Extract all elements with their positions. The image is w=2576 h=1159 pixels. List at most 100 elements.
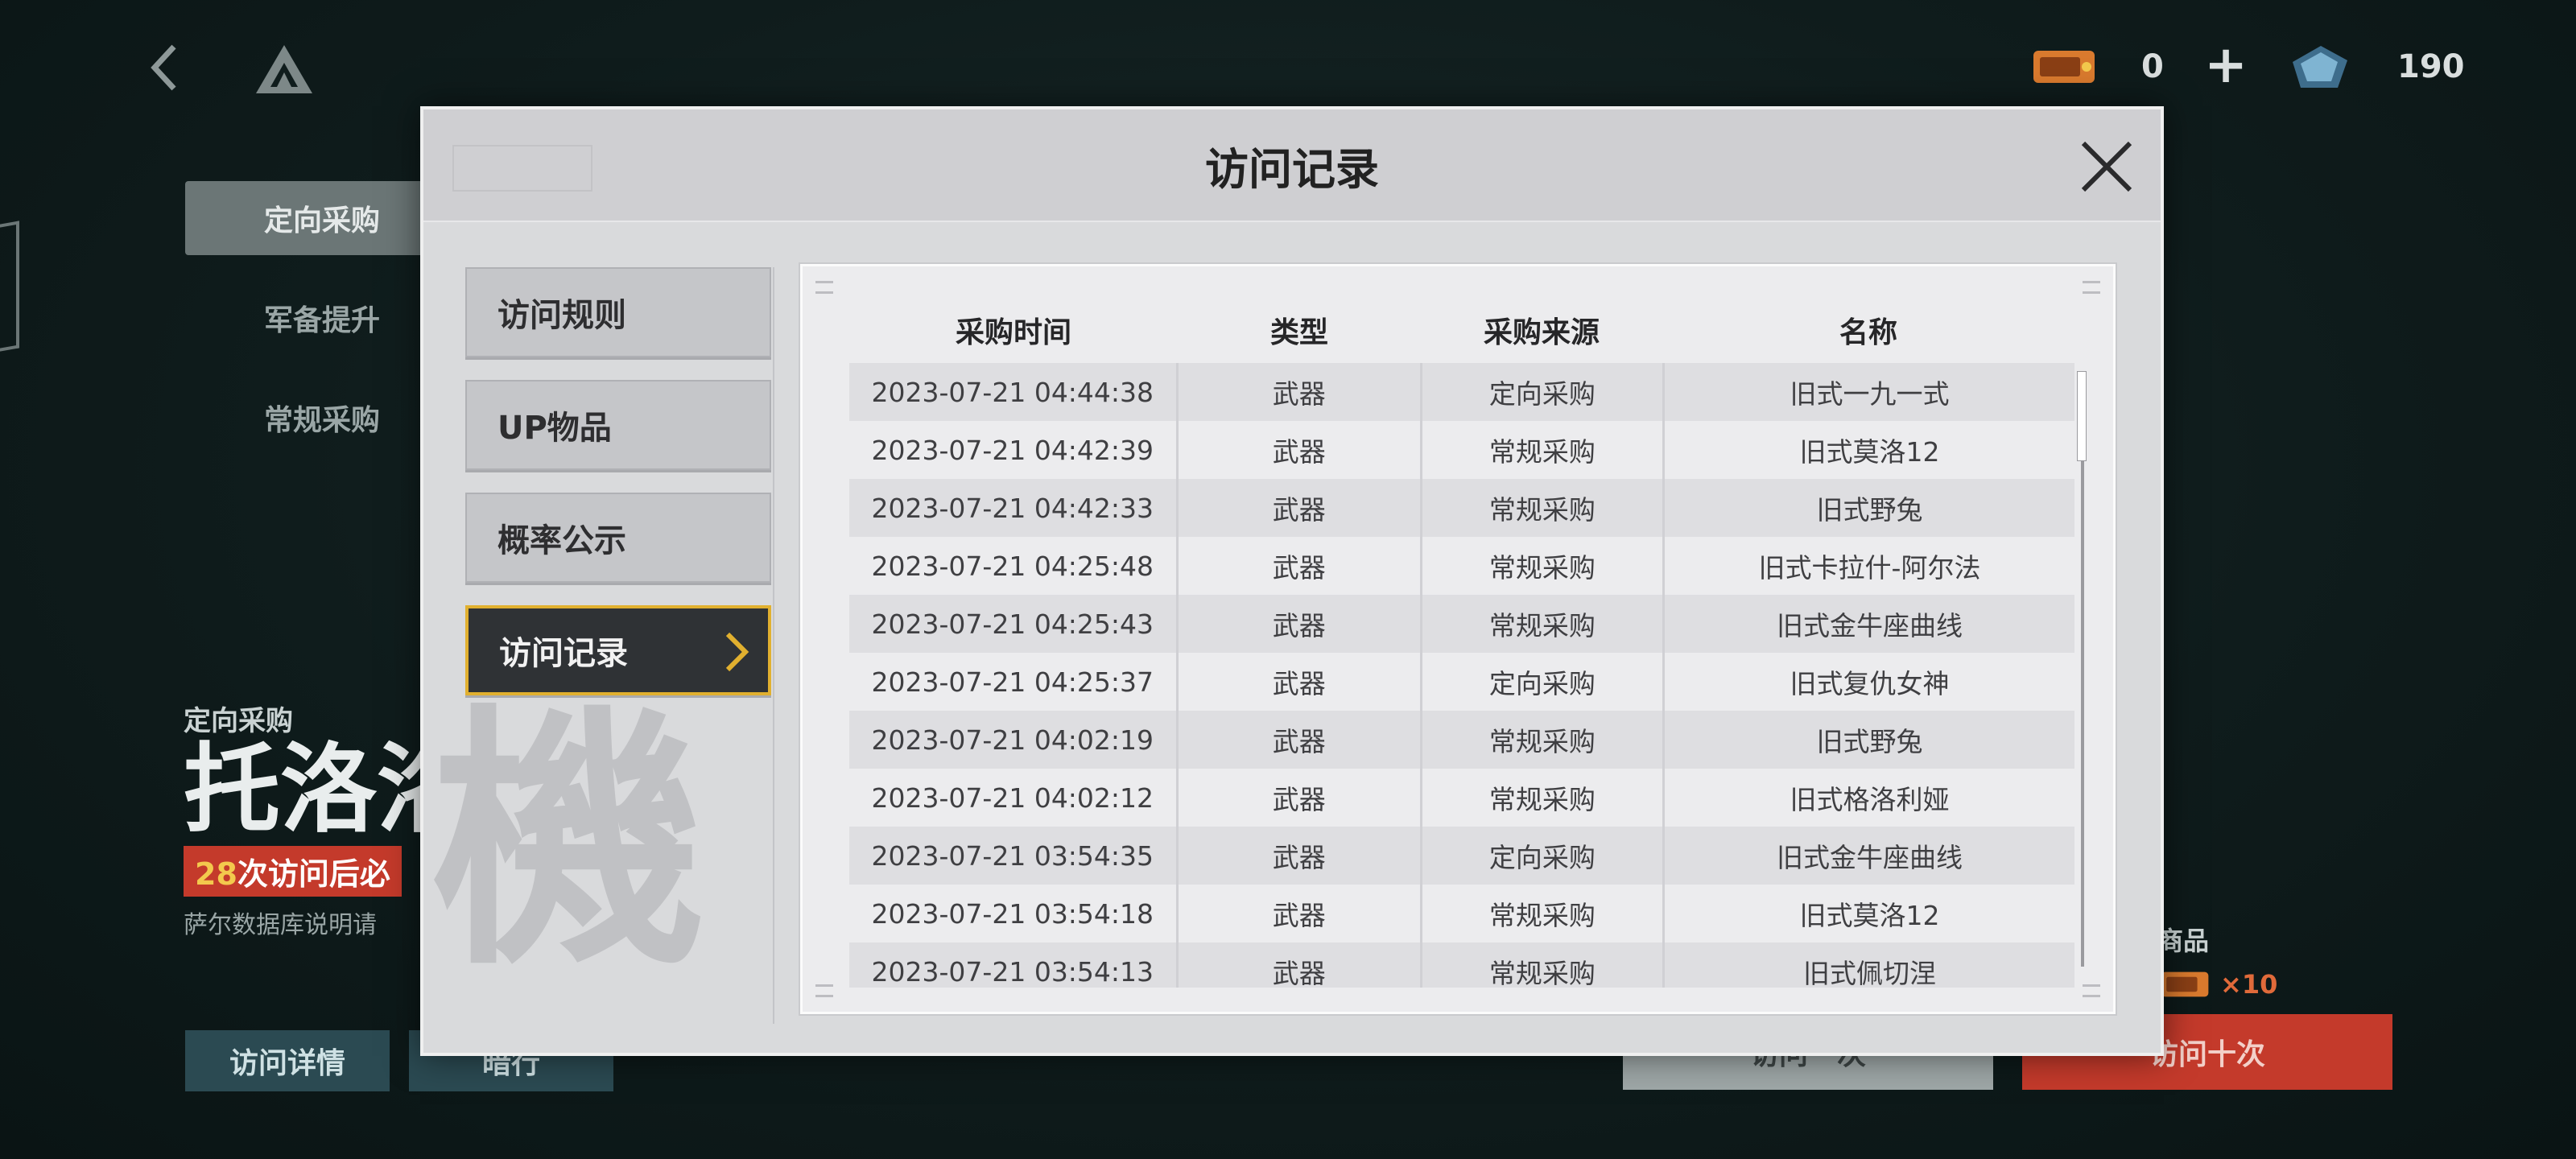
cell-purchase-time: 2023-07-21 04:42:33 <box>849 479 1179 537</box>
close-button[interactable] <box>2077 137 2136 196</box>
cell-purchase-time: 2023-07-21 04:42:39 <box>849 421 1179 479</box>
cell-source: 常规采购 <box>1422 885 1666 942</box>
menu-item-probability[interactable]: 概率公示 <box>465 493 771 583</box>
corner-mark <box>2083 984 2100 997</box>
cell-source: 常规采购 <box>1422 711 1666 769</box>
record-table-panel: 采购时间 类型 采购来源 名称 2023-07-21 04:44:38 武器 定向采… <box>800 264 2116 1014</box>
menu-item-rules[interactable]: 访问规则 <box>465 267 771 357</box>
chevron-left-icon <box>151 44 176 91</box>
cell-item-name: 旧式野兔 <box>1816 494 1923 526</box>
crystal-currency: 190 <box>2285 39 2465 95</box>
table-row: 2023-07-21 04:44:38 武器 定向采购 旧式一九一式 <box>849 363 2074 421</box>
modal-title: 访问记录 <box>1205 143 1379 195</box>
header-source: 采购来源 <box>1483 316 1600 349</box>
cell-source: 常规采购 <box>1422 595 1666 653</box>
ticket-icon <box>2033 51 2095 83</box>
cell-item-name: 旧式一九一式 <box>1790 378 1950 410</box>
cell-type: 武器 <box>1179 885 1422 942</box>
visit-record-modal: 機 访问记录 访问规则 UP物品 概率公示 访问记录 采购时间 类型 采购来源 … <box>420 106 2164 1056</box>
table-row: 2023-07-21 04:02:19 武器 常规采购 旧式野兔 <box>849 711 2074 769</box>
cell-source: 常规采购 <box>1422 421 1666 479</box>
cell-item-name: 旧式莫洛12 <box>1799 900 1940 931</box>
cell-purchase-time: 2023-07-21 04:25:48 <box>849 537 1179 595</box>
visit-details-button[interactable]: 访问详情 <box>185 1030 390 1091</box>
chevron-right-icon <box>725 632 749 672</box>
cell-source: 常规采购 <box>1422 942 1666 988</box>
cell-source: 常规采购 <box>1422 537 1666 595</box>
header-name: 名称 <box>1839 316 1897 349</box>
ticket-multiplier: ×10 <box>2220 969 2278 1000</box>
pity-text: 次访问后必 <box>237 856 390 892</box>
cell-purchase-time: 2023-07-21 04:25:43 <box>849 595 1179 653</box>
crystal-count: 190 <box>2397 48 2465 85</box>
pity-badge: 28次访问后必 <box>184 846 402 897</box>
cell-type: 武器 <box>1179 653 1422 711</box>
cell-item-name: 旧式野兔 <box>1816 726 1923 757</box>
cell-source: 定向采购 <box>1422 363 1666 421</box>
table-row: 2023-07-21 03:54:35 武器 定向采购 旧式金牛座曲线 <box>849 827 2074 885</box>
cell-purchase-time: 2023-07-21 03:54:18 <box>849 885 1179 942</box>
table-row: 2023-07-21 04:25:48 武器 常规采购 旧式卡拉什-阿尔法 <box>849 537 2074 595</box>
tab-regular-purchase[interactable]: 常规采购 <box>185 381 459 455</box>
cell-type: 武器 <box>1179 537 1422 595</box>
corner-mark <box>815 984 833 997</box>
close-icon <box>2081 141 2132 192</box>
ticket-currency: 0 <box>2029 39 2164 95</box>
pity-count: 28 <box>195 856 237 892</box>
table-row: 2023-07-21 04:42:33 武器 常规采购 旧式野兔 <box>849 479 2074 537</box>
modal-menu: 访问规则 UP物品 概率公示 访问记录 <box>465 267 774 718</box>
table-row: 2023-07-21 04:02:12 武器 常规采购 旧式格洛利娅 <box>849 769 2074 827</box>
cell-item-name: 旧式复仇女神 <box>1790 668 1950 699</box>
ticket-icon <box>2161 971 2209 997</box>
up-item-label: 商品 <box>2157 926 2210 956</box>
cell-item-name: 旧式金牛座曲线 <box>1777 610 1963 641</box>
back-button[interactable] <box>142 42 193 93</box>
menu-item-up-items[interactable]: UP物品 <box>465 380 771 470</box>
cell-item-name: 旧式格洛利娅 <box>1790 784 1950 815</box>
menu-item-label: 概率公示 <box>497 522 626 559</box>
menu-item-visit-record[interactable]: 访问记录 <box>465 605 771 695</box>
tab-armament-upgrade[interactable]: 军备提升 <box>185 281 459 355</box>
cell-purchase-time: 2023-07-21 04:25:37 <box>849 653 1179 711</box>
cell-type: 武器 <box>1179 363 1422 421</box>
purchase-type-tabs: 定向采购 军备提升 常规采购 <box>185 181 459 481</box>
cell-item-name: 旧式金牛座曲线 <box>1777 842 1963 873</box>
game-logo-icon <box>254 43 314 95</box>
modal-header: 访问记录 <box>423 109 2161 222</box>
cell-item-name: 旧式佩切涅 <box>1803 958 1937 988</box>
cell-purchase-time: 2023-07-21 04:02:12 <box>849 769 1179 827</box>
table-row: 2023-07-21 04:25:37 武器 定向采购 旧式复仇女神 <box>849 653 2074 711</box>
cell-type: 武器 <box>1179 942 1422 988</box>
cell-purchase-time: 2023-07-21 03:54:35 <box>849 827 1179 885</box>
table-header: 采购时间 类型 采购来源 名称 <box>849 300 2074 360</box>
table-row: 2023-07-21 03:54:13 武器 常规采购 旧式佩切涅 <box>849 942 2074 988</box>
cell-type: 武器 <box>1179 595 1422 653</box>
menu-item-label: 访问记录 <box>499 635 628 672</box>
ticket-cost: ×10 <box>2157 966 2277 1003</box>
cell-type: 武器 <box>1179 769 1422 827</box>
cell-purchase-time: 2023-07-21 04:44:38 <box>849 363 1179 421</box>
table-row: 2023-07-21 03:54:18 武器 常规采购 旧式莫洛12 <box>849 885 2074 942</box>
tab-targeted-purchase[interactable]: 定向采购 <box>185 181 459 255</box>
cell-type: 武器 <box>1179 827 1422 885</box>
cell-type: 武器 <box>1179 421 1422 479</box>
add-currency-button[interactable]: + <box>2198 39 2254 95</box>
table-row: 2023-07-21 04:42:39 武器 常规采购 旧式莫洛12 <box>849 421 2074 479</box>
header-purchase-time: 采购时间 <box>955 316 1071 349</box>
scrollbar-thumb[interactable] <box>2077 371 2087 461</box>
cell-purchase-time: 2023-07-21 03:54:13 <box>849 942 1179 988</box>
header-type: 类型 <box>1269 316 1328 349</box>
cell-item-name: 旧式莫洛12 <box>1799 436 1940 468</box>
corner-mark <box>2083 281 2100 294</box>
hex-decoration <box>0 221 19 357</box>
table-body[interactable]: 2023-07-21 04:44:38 武器 定向采购 旧式一九一式 2023-07-2… <box>849 363 2074 988</box>
ticket-count: 0 <box>2141 48 2164 85</box>
cell-source: 定向采购 <box>1422 653 1666 711</box>
cell-source: 常规采购 <box>1422 479 1666 537</box>
cell-source: 定向采购 <box>1422 827 1666 885</box>
corner-mark <box>815 281 833 294</box>
menu-item-label: UP物品 <box>497 410 612 447</box>
table-row: 2023-07-21 04:25:43 武器 常规采购 旧式金牛座曲线 <box>849 595 2074 653</box>
crystal-icon <box>2293 46 2347 88</box>
cell-item-name: 旧式卡拉什-阿尔法 <box>1758 552 1981 584</box>
